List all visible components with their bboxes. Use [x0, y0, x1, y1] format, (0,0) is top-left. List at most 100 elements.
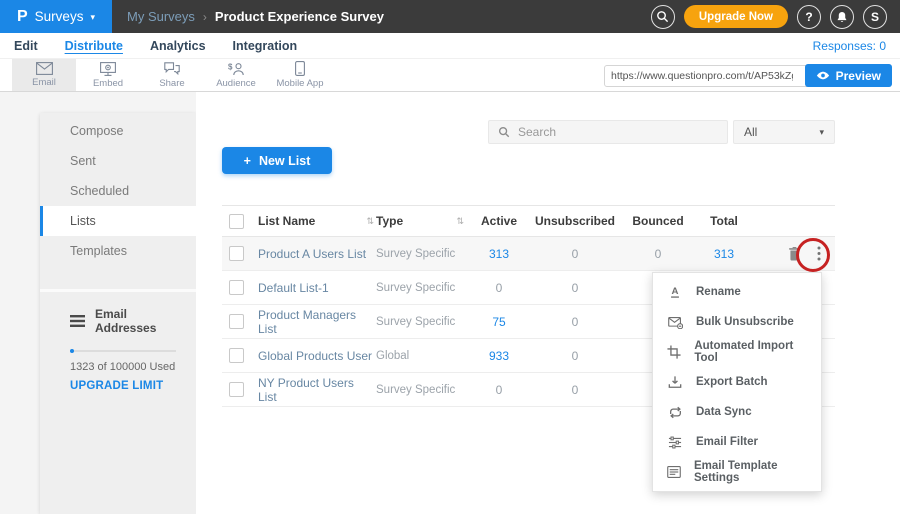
list-name-link[interactable]: Product A Users List	[258, 247, 366, 261]
toolbar-tab-mobile-app[interactable]: Mobile App	[268, 59, 332, 91]
chevron-down-icon: ▾	[90, 10, 95, 23]
toolbar-tab-label: Mobile App	[276, 78, 323, 89]
sidebar-item-templates[interactable]: Templates	[40, 236, 196, 266]
sort-icon[interactable]: ⇅	[366, 216, 374, 227]
distribute-toolbar: EmailEmbedShare$Audience Mobile App Previ…	[0, 59, 900, 92]
mobile-app-icon	[295, 61, 305, 76]
toolbar-tab-audience[interactable]: $Audience	[204, 59, 268, 91]
toolbar-tab-embed[interactable]: Embed	[76, 59, 140, 91]
list-type-value: Global	[376, 350, 409, 362]
plus-icon: +	[244, 154, 251, 168]
menu-item-bulk-unsubscribe[interactable]: Bulk Unsubscribe	[653, 307, 821, 337]
trash-icon	[788, 246, 801, 261]
column-header-active[interactable]: Active	[470, 214, 528, 228]
sort-icon[interactable]: ⇅	[456, 216, 464, 227]
sidebar-item-sent[interactable]: Sent	[40, 146, 196, 176]
row-checkbox[interactable]	[229, 314, 244, 329]
list-name-link[interactable]: Global Products User	[258, 349, 372, 363]
nav-tab-integration[interactable]: Integration	[233, 39, 298, 53]
active-count[interactable]: 313	[489, 247, 509, 261]
account-avatar[interactable]: S	[863, 5, 887, 29]
list-search-input[interactable]	[518, 125, 718, 139]
email-usage-text: 1323 of 100000 Used	[70, 361, 180, 373]
menu-item-export-batch[interactable]: Export Batch	[653, 367, 821, 397]
list-filter-dropdown[interactable]: All ▾	[733, 120, 835, 144]
bulk-unsubscribe-icon	[667, 316, 683, 329]
upgrade-now-button[interactable]: Upgrade Now	[684, 5, 788, 28]
bounced-count: 0	[655, 247, 662, 261]
toolbar-tab-email[interactable]: Email	[12, 59, 76, 91]
bell-icon	[836, 10, 848, 24]
preview-button[interactable]: Preview	[805, 64, 892, 87]
active-count: 0	[496, 383, 503, 397]
sidebar-item-compose[interactable]: Compose	[40, 116, 196, 146]
row-menu-button[interactable]	[813, 244, 825, 263]
menu-item-email-template-settings[interactable]: Email Template Settings	[653, 457, 821, 487]
menu-item-data-sync[interactable]: Data Sync	[653, 397, 821, 427]
column-header-type[interactable]: Type	[376, 214, 403, 228]
automated-import-icon	[667, 345, 681, 359]
responses-count[interactable]: Responses: 0	[813, 39, 890, 53]
chevron-down-icon: ▾	[819, 127, 824, 138]
notifications-button[interactable]	[830, 5, 854, 29]
nav-tab-distribute[interactable]: Distribute	[65, 39, 123, 53]
preview-label: Preview	[836, 69, 881, 83]
email-addresses-block: Email Addresses 1323 of 100000 Used UPGR…	[40, 292, 196, 392]
nav-tab-edit[interactable]: Edit	[14, 39, 38, 53]
total-count[interactable]: 313	[714, 247, 734, 261]
row-checkbox[interactable]	[229, 280, 244, 295]
menu-item-automated-import-tool[interactable]: Automated Import Tool	[653, 337, 821, 367]
survey-url-input[interactable]	[605, 70, 799, 82]
menu-item-label: Data Sync	[696, 406, 752, 418]
upgrade-limit-link[interactable]: UPGRADE LIMIT	[70, 380, 180, 392]
sidebar-item-scheduled[interactable]: Scheduled	[40, 176, 196, 206]
column-header-list-name[interactable]: List Name	[258, 214, 315, 228]
menu-item-label: Email Template Settings	[694, 460, 807, 484]
sidebar-item-lists[interactable]: Lists	[40, 206, 196, 236]
menu-item-email-filter[interactable]: Email Filter	[653, 427, 821, 457]
list-type-value: Survey Specific	[376, 384, 455, 396]
active-count[interactable]: 933	[489, 349, 509, 363]
column-header-unsubscribed[interactable]: Unsubscribed	[528, 214, 622, 228]
email-filter-icon	[667, 436, 683, 449]
list-name-link[interactable]: NY Product Users List	[258, 376, 374, 404]
product-switcher-label: Surveys	[35, 9, 84, 24]
unsubscribed-count: 0	[572, 349, 579, 363]
new-list-button[interactable]: + New List	[222, 147, 332, 174]
breadcrumb-separator-icon: ›	[203, 10, 207, 24]
menu-item-label: Bulk Unsubscribe	[696, 316, 794, 328]
breadcrumb-current-survey: Product Experience Survey	[215, 9, 384, 24]
help-button[interactable]: ?	[797, 5, 821, 29]
menu-item-label: Rename	[696, 286, 741, 298]
list-bars-icon	[70, 315, 85, 327]
list-name-link[interactable]: Product Managers List	[258, 308, 374, 336]
list-name-link[interactable]: Default List-1	[258, 281, 329, 295]
search-icon	[498, 126, 510, 138]
email-template-settings-icon	[667, 466, 681, 478]
delete-list-button[interactable]	[788, 246, 801, 261]
email-icon	[36, 62, 53, 75]
unsubscribed-count: 0	[572, 383, 579, 397]
product-switcher[interactable]: P Surveys ▾	[0, 0, 112, 33]
row-checkbox[interactable]	[229, 348, 244, 363]
select-all-checkbox[interactable]	[229, 214, 244, 229]
nav-tab-analytics[interactable]: Analytics	[150, 39, 206, 53]
menu-item-rename[interactable]: ARename	[653, 277, 821, 307]
survey-url-box	[604, 65, 822, 87]
column-header-total[interactable]: Total	[694, 214, 754, 228]
search-icon	[656, 10, 669, 23]
share-icon	[164, 62, 180, 76]
row-checkbox[interactable]	[229, 382, 244, 397]
eye-icon	[816, 71, 830, 80]
toolbar-tab-share[interactable]: Share	[140, 59, 204, 91]
active-count[interactable]: 75	[492, 315, 505, 329]
row-checkbox[interactable]	[229, 246, 244, 261]
column-header-bounced[interactable]: Bounced	[622, 214, 694, 228]
export-batch-icon	[667, 375, 683, 389]
global-search-button[interactable]	[651, 5, 675, 29]
header-actions: Upgrade Now ? S	[651, 5, 900, 29]
unsubscribed-count: 0	[572, 281, 579, 295]
unsubscribed-count: 0	[572, 315, 579, 329]
app-window: P Surveys ▾ My Surveys › Product Experie…	[0, 0, 900, 514]
breadcrumb-my-surveys[interactable]: My Surveys	[127, 9, 195, 24]
